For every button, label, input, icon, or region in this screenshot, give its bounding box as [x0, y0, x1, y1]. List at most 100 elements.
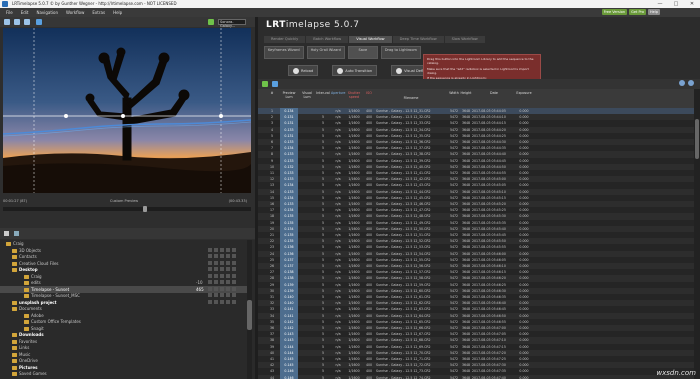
- help-button[interactable]: Help: [648, 9, 660, 15]
- checkbox-icon[interactable]: [208, 19, 214, 25]
- folder-icon: [24, 274, 29, 279]
- column-header[interactable]: Inter-val: [316, 91, 330, 95]
- folder-icon: [12, 248, 17, 253]
- folder-icon[interactable]: [14, 19, 20, 25]
- table-cell: 3648: [461, 375, 471, 379]
- tree-status-square: [226, 267, 230, 271]
- folder-icon: [24, 281, 29, 285]
- tree-status-square: [232, 299, 236, 304]
- tab-visual-workflow[interactable]: Visual Workflow: [349, 36, 392, 43]
- tree-status-square: [232, 267, 236, 271]
- keyframes-wizard-button[interactable]: Keyframes Wizard: [264, 46, 304, 59]
- folder-icon: [24, 294, 29, 298]
- folder-icon: [12, 255, 17, 259]
- tree-item-label: Snagit: [31, 325, 44, 331]
- tree-status-square: [214, 299, 218, 304]
- tree-status-square: [220, 280, 224, 284]
- preview-mode-label: Custom Preview: [110, 199, 139, 203]
- tab-batch-workflow[interactable]: Batch Workflow: [306, 36, 349, 43]
- drag-to-lightroom-button[interactable]: Drag to Lightroom: [380, 46, 421, 59]
- column-header[interactable]: Visual Lum: [300, 91, 314, 99]
- folder-tree-scrollbar[interactable]: [247, 240, 252, 379]
- list-icon[interactable]: [272, 81, 278, 87]
- column-header[interactable]: Width: [448, 91, 460, 95]
- column-header[interactable]: #: [266, 91, 278, 95]
- tab-render-quickly[interactable]: Render Quickly: [264, 36, 306, 43]
- table-scrollbar[interactable]: [694, 89, 700, 379]
- zoom-icon[interactable]: [36, 19, 42, 25]
- tree-item[interactable]: Saved Games: [0, 370, 247, 377]
- transition-icon: [337, 67, 344, 74]
- folder-up-icon[interactable]: [14, 231, 19, 236]
- maximize-button[interactable]: □: [668, 0, 684, 8]
- save-button[interactable]: Save: [347, 46, 378, 59]
- column-header[interactable]: ISO: [363, 91, 375, 95]
- grid-icon[interactable]: [4, 19, 10, 25]
- preview-info-bar: 00:01:27 (87) Custom Preview (00:43.33): [0, 196, 255, 206]
- table-row[interactable]: 44 0.146 5 n/a 1/1600 400 Sunrise - Galaxy - 1…: [258, 374, 694, 379]
- table-scroll-thumb[interactable]: [695, 119, 699, 159]
- tree-status-square: [226, 247, 230, 252]
- column-header[interactable]: Height: [460, 91, 472, 95]
- app-icon: [2, 1, 8, 7]
- menu-navigation[interactable]: Navigation: [36, 8, 58, 17]
- reload-button[interactable]: Reload: [288, 65, 319, 76]
- status-buttons: Free Version Get Pro Help: [601, 9, 660, 15]
- preview-toolbar: Sonora-Galaxy...: [0, 17, 255, 28]
- minimize-button[interactable]: —: [652, 0, 668, 8]
- app-window: LRTimelapse 5.0.7 © by Gunther Wegner - …: [0, 0, 700, 379]
- column-header[interactable]: Date: [472, 91, 516, 95]
- menu-workflow[interactable]: Workflow: [66, 8, 84, 17]
- tree-item-label: unsplash project: [19, 299, 57, 305]
- get-pro-button[interactable]: Get Pro: [629, 9, 647, 15]
- tree-status-square: [232, 260, 236, 265]
- title-bar: LRTimelapse 5.0.7 © by Gunther Wegner - …: [0, 0, 700, 8]
- folder-icon: [12, 346, 17, 350]
- image-icon[interactable]: [24, 19, 30, 25]
- menu-help[interactable]: Help: [113, 8, 122, 17]
- tab-deep-time[interactable]: Deep Time Workflow: [392, 36, 444, 43]
- tree-status-square: [214, 247, 218, 252]
- right-pane: LRTimelapse 5.0.7 Render Quickly Batch W…: [258, 17, 700, 379]
- menu-extras[interactable]: Extras: [92, 8, 105, 17]
- tab-slow-workflow[interactable]: Slow Workflow: [444, 36, 485, 43]
- menu-edit[interactable]: Edit: [21, 8, 29, 17]
- folder-icon: [12, 359, 17, 363]
- tree-status-square: [232, 273, 236, 278]
- tree-status-square: [208, 254, 212, 258]
- tree-item-label: Craig: [31, 273, 42, 279]
- folder-icon: [12, 365, 17, 370]
- holy-grail-wizard-button[interactable]: Holy Grail Wizard: [306, 46, 345, 59]
- column-header[interactable]: Filename: [376, 96, 446, 100]
- settings-icon[interactable]: [688, 80, 694, 86]
- auto-transition-button[interactable]: Auto Transition: [332, 65, 378, 76]
- tree-status-square: [208, 267, 212, 271]
- tree-status-square: [208, 260, 212, 265]
- preview-timeline-slider[interactable]: [3, 206, 251, 212]
- expand-icon[interactable]: [4, 231, 9, 236]
- reload-icon: [293, 67, 299, 74]
- column-header[interactable]: Aperture: [331, 91, 345, 95]
- free-version-button[interactable]: Free Version: [601, 9, 628, 15]
- tree-status-square: [220, 247, 224, 252]
- scroll-thumb[interactable]: [247, 300, 252, 330]
- column-header[interactable]: Shutter speed: [346, 91, 362, 99]
- slider-knob[interactable]: [143, 206, 147, 212]
- preview-filename-field[interactable]: Sonora-Galaxy...: [218, 19, 246, 28]
- table-cell: 5: [321, 375, 325, 379]
- tree-status-square: [220, 273, 224, 278]
- info-icon[interactable]: [679, 80, 685, 86]
- tree-status-square: [226, 286, 230, 291]
- table-cell: 0.146: [280, 374, 298, 379]
- folder-icon: [24, 287, 29, 292]
- close-button[interactable]: ✕: [684, 0, 700, 8]
- tree-status-square: [232, 286, 236, 291]
- menu-file[interactable]: File: [6, 8, 13, 17]
- column-header[interactable]: Exposure: [516, 91, 532, 95]
- column-header[interactable]: Preview Lum: [280, 91, 298, 99]
- folder-icon: [24, 313, 29, 318]
- tree-item-label: 3D Objects: [19, 247, 42, 253]
- tree-item-label: Music: [19, 351, 31, 357]
- refresh-icon[interactable]: [262, 81, 268, 87]
- table-right-icons: [679, 80, 694, 86]
